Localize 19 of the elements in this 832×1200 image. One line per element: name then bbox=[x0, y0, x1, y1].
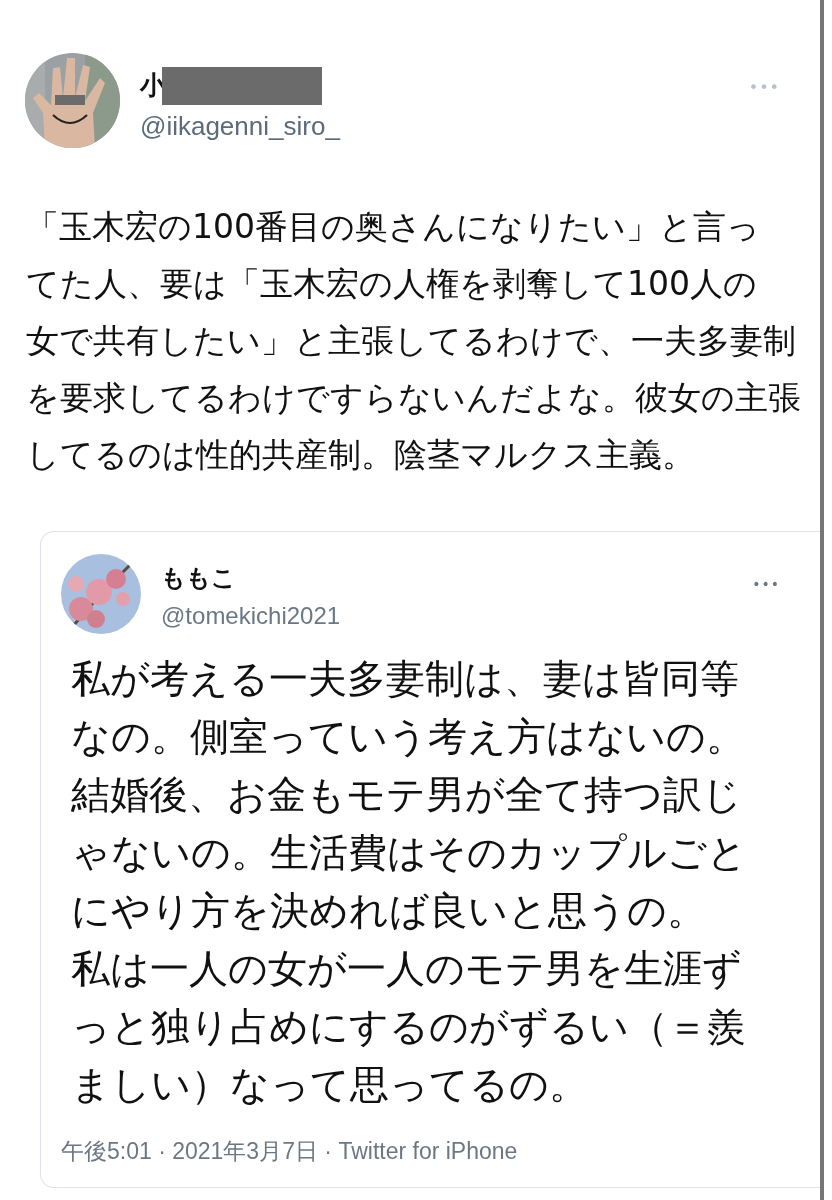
author-handle: @tomekichi2021 bbox=[161, 602, 342, 630]
tweet-text-line: してるのは性的共産制。陰茎マルクス主義。 bbox=[26, 434, 695, 476]
tweet-text-line: っと独り占めにするのがずるい（＝羨 bbox=[71, 1003, 746, 1051]
tweet-text-line: を要求してるわけですらないんだよな。彼女の主張 bbox=[26, 377, 801, 419]
tweet-text-line: ましい）なって思ってるの。 bbox=[71, 1061, 588, 1109]
tweet-text-line: にやり方を決めれば良いと思うの。 bbox=[71, 887, 706, 935]
tweet-text-line: 私は一人の女が一人のモテ男を生涯ず bbox=[71, 945, 742, 993]
tweet-text-line: 女で共有したい」と主張してるわけで、一夫多妻制 bbox=[26, 320, 796, 362]
author-name: ももこ bbox=[161, 563, 237, 594]
author-handle: @iikagenni_siro_ bbox=[140, 111, 342, 142]
tweet-text-line: てた人、要は「玉木宏の人権を剥奪して100人の bbox=[26, 263, 757, 305]
tweet-text-line: 結婚後、お金もモテ男が全て持つ訳じ bbox=[71, 771, 742, 819]
timestamp: 午後5:01 · 2021年3月7日 · Twitter for iPhone bbox=[61, 1137, 519, 1166]
quoted-tweet-card[interactable] bbox=[40, 531, 820, 1188]
tweet-text-line: ゃないの。生活費はそのカップルごと bbox=[71, 829, 747, 877]
tweet-text-line: 「玉木宏の100番目の奥さんになりたい」と言っ bbox=[26, 206, 760, 248]
tweet-text-line: なの。側室っていう考え方はないの。 bbox=[71, 713, 745, 761]
tweet-text-line: 私が考える一夫多妻制は、妻は皆同等 bbox=[71, 655, 739, 703]
more-button[interactable]: ••• bbox=[752, 576, 780, 592]
